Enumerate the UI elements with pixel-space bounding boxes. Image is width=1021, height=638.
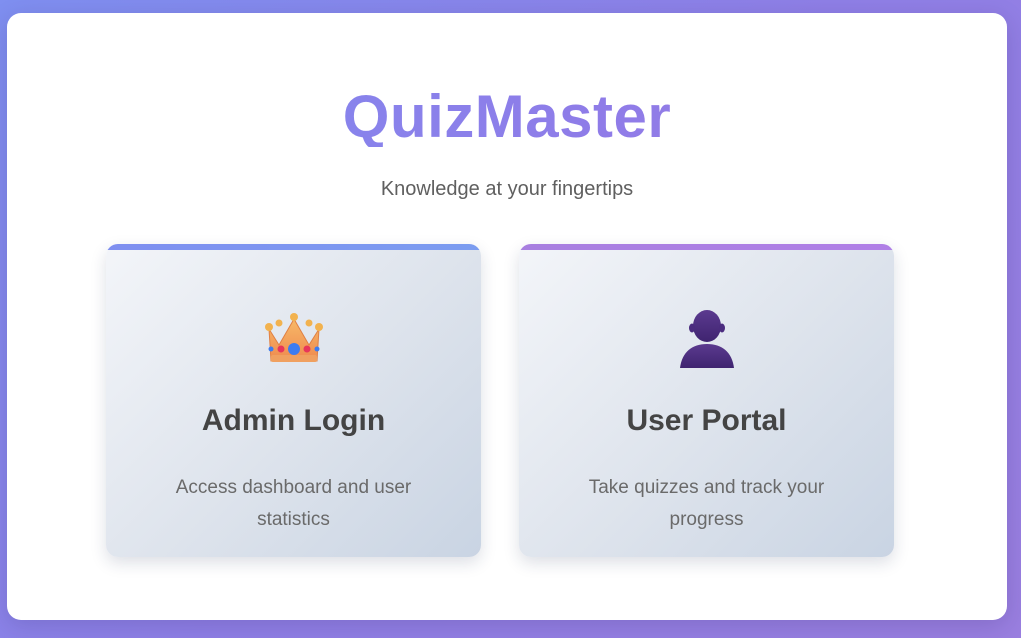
card-accent-bar (106, 244, 481, 250)
user-portal-description: Take quizzes and track your progress (588, 477, 825, 530)
user-portal-title: User Portal (626, 404, 787, 437)
app-title: QuizMaster (7, 87, 1007, 147)
admin-login-description: Access dashboard and user statistics (175, 477, 412, 530)
app-tagline: Knowledge at your fingertips (380, 178, 634, 200)
user-portal-card[interactable]: User Portal Take quizzes and track your … (519, 244, 894, 557)
admin-login-card[interactable]: Admin Login Access dashboard and user st… (106, 244, 481, 557)
user-silhouette-icon (519, 306, 894, 370)
crown-icon (106, 306, 481, 370)
card-accent-bar (519, 244, 894, 250)
admin-login-title: Admin Login (201, 404, 386, 437)
